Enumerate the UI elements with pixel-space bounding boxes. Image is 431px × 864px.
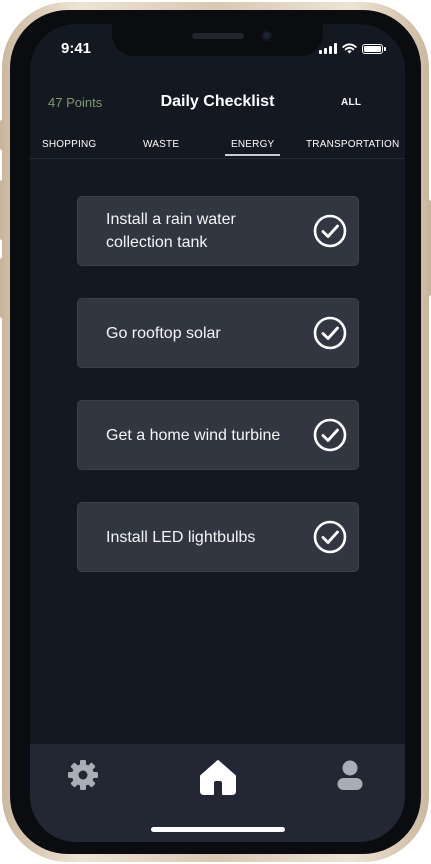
power-button — [427, 200, 431, 296]
checklist-item-label: Install LED lightbulbs — [106, 528, 256, 546]
checklist-item[interactable]: Install a rain water collection tank — [77, 196, 359, 266]
tab-energy[interactable]: ENERGY — [224, 139, 281, 156]
wifi-icon — [342, 43, 357, 54]
battery-icon — [362, 43, 386, 54]
app-header: 47 Points Daily Checklist ALL — [30, 88, 405, 118]
status-time: 9:41 — [61, 40, 92, 57]
checklist-item[interactable]: Get a home wind turbine — [77, 400, 359, 470]
person-icon[interactable] — [333, 758, 367, 792]
volume-down-button — [0, 258, 4, 318]
cellular-signal-icon — [319, 43, 337, 54]
checklist-item[interactable]: Go rooftop solar — [77, 298, 359, 368]
phone-frame: 9:41 47 Points Daily Checklist ALL SHOPP… — [0, 2, 431, 862]
checklist-item-label: Get a home wind turbine — [106, 426, 281, 444]
category-tabs: SHOPPING WASTE ENERGY TRANSPORTATION — [30, 130, 405, 159]
gear-icon[interactable] — [66, 758, 100, 792]
volume-up-button — [0, 180, 4, 240]
all-button[interactable]: ALL — [341, 97, 361, 108]
tab-transportation[interactable]: TRANSPORTATION — [306, 139, 399, 150]
tab-waste[interactable]: WASTE — [143, 139, 179, 150]
checklist-item-label: Install a rain water collection tank — [106, 211, 236, 251]
status-icons — [319, 43, 386, 54]
app-screen: 9:41 47 Points Daily Checklist ALL SHOPP… — [30, 24, 405, 842]
checklist-item-label: Go rooftop solar — [106, 324, 221, 342]
check-circle-icon[interactable] — [313, 214, 347, 248]
home-indicator — [151, 827, 285, 832]
front-camera — [261, 30, 272, 41]
tab-shopping[interactable]: SHOPPING — [42, 139, 96, 150]
notch — [112, 24, 323, 56]
home-icon[interactable] — [198, 758, 238, 796]
check-circle-icon[interactable] — [313, 520, 347, 554]
check-circle-icon[interactable] — [313, 418, 347, 452]
mute-switch — [0, 120, 4, 150]
speaker-grille — [192, 33, 244, 39]
check-circle-icon[interactable] — [313, 316, 347, 350]
checklist-item[interactable]: Install LED lightbulbs — [77, 502, 359, 572]
